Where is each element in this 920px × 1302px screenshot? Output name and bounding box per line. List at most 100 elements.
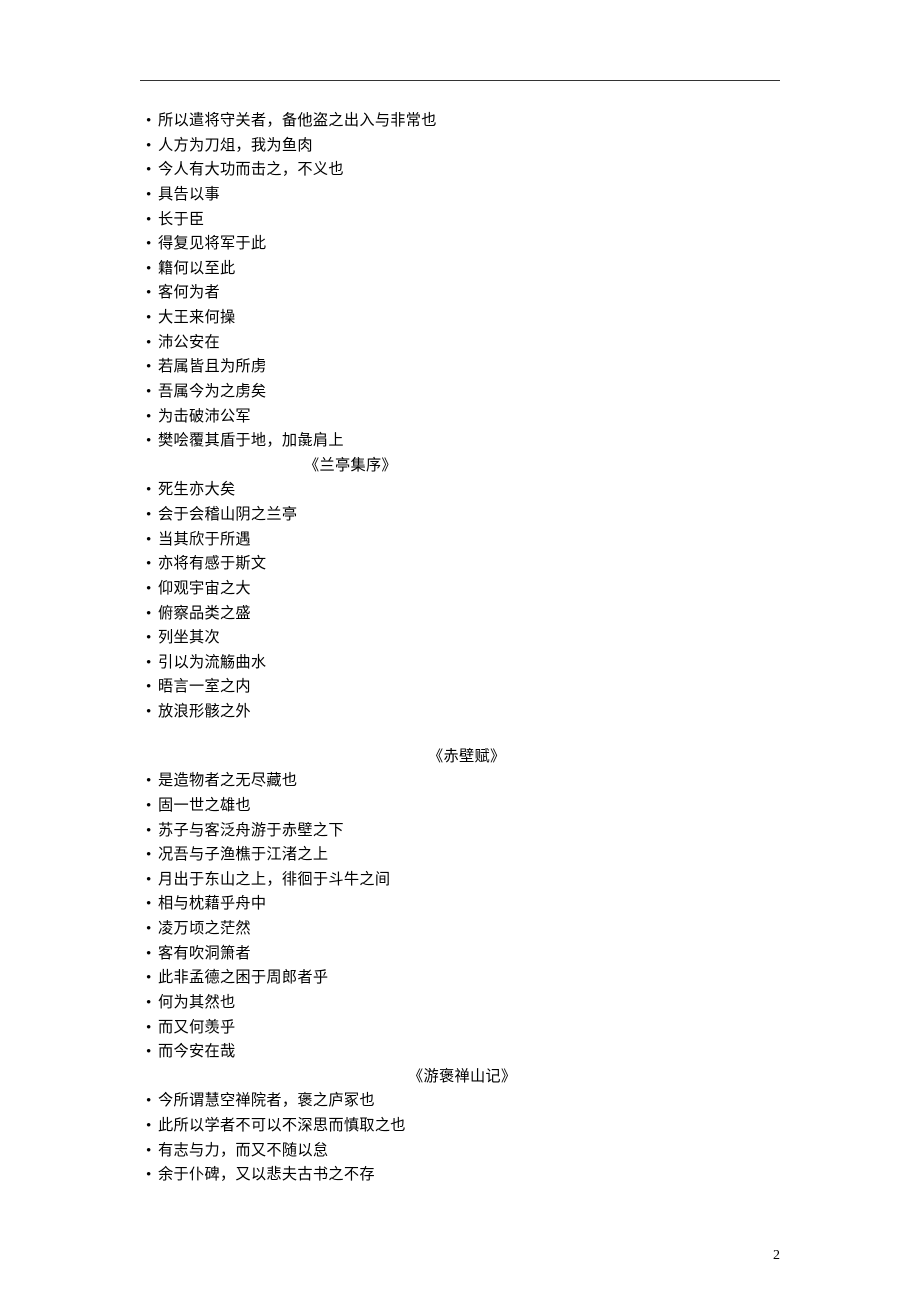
list-item: •今所谓慧空禅院者，褒之庐冢也 [146,1089,780,1114]
bullet-list: •是造物者之无尽藏也•固一世之雄也•苏子与客泛舟游于赤壁之下•况吾与子渔樵于江渚… [146,769,780,1065]
document-page: •所以遣将守关者，备他盗之出入与非常也•人方为刀俎，我为鱼肉•今人有大功而击之，… [0,0,920,1248]
list-item: •况吾与子渔樵于江渚之上 [146,843,780,868]
list-item: •相与枕藉乎舟中 [146,892,780,917]
list-item: •放浪形骸之外 [146,700,780,725]
bullet-icon: • [146,966,158,991]
bullet-icon: • [146,917,158,942]
bullet-icon: • [146,429,158,454]
bullet-icon: • [146,257,158,282]
list-item-text: 亦将有感于斯文 [158,555,266,572]
bullet-icon: • [146,232,158,257]
list-item: •何为其然也 [146,991,780,1016]
list-item-text: 沛公安在 [158,334,220,351]
bullet-icon: • [146,1089,158,1114]
bullet-icon: • [146,552,158,577]
list-item-text: 有志与力，而又不随以怠 [158,1142,328,1159]
list-item-text: 相与枕藉乎舟中 [158,895,266,912]
bullet-icon: • [146,380,158,405]
list-item: •此非孟德之困于周郎者乎 [146,966,780,991]
bullet-icon: • [146,478,158,503]
list-item: •为击破沛公军 [146,405,780,430]
list-item-text: 俯察品类之盛 [158,605,251,622]
list-item: •凌万顷之茫然 [146,917,780,942]
list-item: •而又何羡乎 [146,1016,780,1041]
bullet-icon: • [146,109,158,134]
list-item-text: 樊哙覆其盾于地，加彘肩上 [158,432,344,449]
top-rule [140,80,780,81]
list-item-text: 会于会稽山阴之兰亭 [158,506,297,523]
bullet-icon: • [146,503,158,528]
bullet-icon: • [146,991,158,1016]
list-item: •得复见将军于此 [146,232,780,257]
list-item: •死生亦大矣 [146,478,780,503]
list-item: •俯察品类之盛 [146,602,780,627]
bullet-icon: • [146,306,158,331]
list-item: •若属皆且为所虏 [146,355,780,380]
list-item-text: 吾属今为之虏矣 [158,383,266,400]
list-item: •人方为刀俎，我为鱼肉 [146,134,780,159]
bullet-icon: • [146,892,158,917]
list-item-text: 凌万顷之茫然 [158,920,251,937]
bullet-icon: • [146,794,158,819]
list-item-text: 今人有大功而击之，不义也 [158,161,344,178]
list-item: •余于仆碑，又以悲夫古书之不存 [146,1163,780,1188]
list-item-text: 籍何以至此 [158,260,235,277]
list-item-text: 人方为刀俎，我为鱼肉 [158,137,313,154]
list-item: •当其欣于所遇 [146,528,780,553]
list-item-text: 而今安在哉 [158,1043,235,1060]
list-item-text: 大王来何操 [158,309,235,326]
list-item-text: 何为其然也 [158,994,235,1011]
section-heading: 《赤壁赋》 [428,745,780,770]
bullet-icon: • [146,868,158,893]
bullet-icon: • [146,158,158,183]
bullet-list: •所以遣将守关者，备他盗之出入与非常也•人方为刀俎，我为鱼肉•今人有大功而击之，… [146,109,780,454]
list-item: •列坐其次 [146,626,780,651]
bullet-icon: • [146,1114,158,1139]
list-item-text: 放浪形骸之外 [158,703,251,720]
list-item: •大王来何操 [146,306,780,331]
list-item: •沛公安在 [146,331,780,356]
bullet-list: •死生亦大矣•会于会稽山阴之兰亭•当其欣于所遇•亦将有感于斯文•仰观宇宙之大•俯… [146,478,780,724]
list-item: •所以遣将守关者，备他盗之出入与非常也 [146,109,780,134]
bullet-icon: • [146,1016,158,1041]
bullet-icon: • [146,843,158,868]
bullet-icon: • [146,577,158,602]
list-item-text: 客何为者 [158,284,220,301]
list-item-text: 列坐其次 [158,629,220,646]
document-body: •所以遣将守关者，备他盗之出入与非常也•人方为刀俎，我为鱼肉•今人有大功而击之，… [140,109,780,1188]
list-item: •是造物者之无尽藏也 [146,769,780,794]
list-item-text: 当其欣于所遇 [158,531,251,548]
bullet-icon: • [146,183,158,208]
page-number: 2 [773,1248,780,1264]
list-item-text: 长于臣 [158,211,204,228]
bullet-icon: • [146,700,158,725]
list-item: •有志与力，而又不随以怠 [146,1139,780,1164]
list-item: •晤言一室之内 [146,675,780,700]
list-item-text: 客有吹洞箫者 [158,945,251,962]
list-item-text: 具告以事 [158,186,220,203]
list-item: •客有吹洞箫者 [146,942,780,967]
bullet-icon: • [146,675,158,700]
list-item-text: 仰观宇宙之大 [158,580,251,597]
bullet-icon: • [146,626,158,651]
list-item: •吾属今为之虏矣 [146,380,780,405]
list-item: •客何为者 [146,281,780,306]
list-item: •会于会稽山阴之兰亭 [146,503,780,528]
bullet-icon: • [146,528,158,553]
list-item: •长于臣 [146,208,780,233]
bullet-icon: • [146,1139,158,1164]
list-item: •固一世之雄也 [146,794,780,819]
bullet-icon: • [146,1040,158,1065]
list-item-text: 苏子与客泛舟游于赤壁之下 [158,822,344,839]
bullet-icon: • [146,1163,158,1188]
list-item-text: 此非孟德之困于周郎者乎 [158,969,328,986]
bullet-icon: • [146,405,158,430]
list-item-text: 死生亦大矣 [158,481,235,498]
list-item: •具告以事 [146,183,780,208]
bullet-list: •今所谓慧空禅院者，褒之庐冢也•此所以学者不可以不深思而慎取之也•有志与力，而又… [146,1089,780,1188]
bullet-icon: • [146,281,158,306]
list-item-text: 此所以学者不可以不深思而慎取之也 [158,1117,406,1134]
list-item-text: 余于仆碑，又以悲夫古书之不存 [158,1166,375,1183]
bullet-icon: • [146,651,158,676]
list-item: •引以为流觞曲水 [146,651,780,676]
